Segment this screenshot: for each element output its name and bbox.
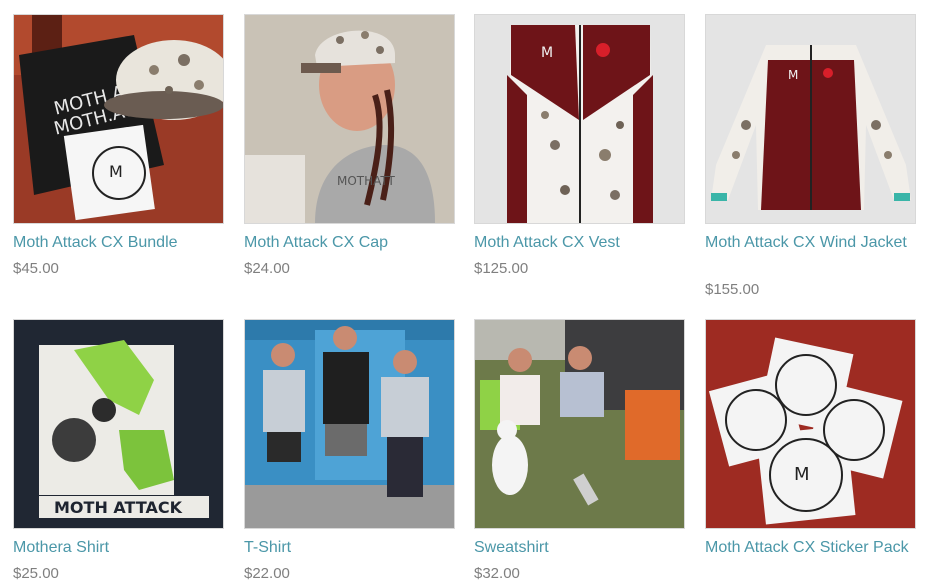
svg-text:MOTH ATTACK: MOTH ATTACK <box>54 498 183 517</box>
product-price-jacket: $155.00 <box>705 281 760 298</box>
product-image-vest[interactable]: M <box>474 14 685 224</box>
svg-text:M: M <box>109 162 123 181</box>
jacket-photo: M <box>706 15 915 223</box>
product-name-mothera-shirt[interactable]: Mothera Shirt <box>13 537 224 558</box>
product-name-sweatshirt[interactable]: Sweatshirt <box>474 537 685 558</box>
product-price-cap: $24.00 <box>244 260 290 277</box>
product-image-sticker-pack[interactable]: M <box>705 319 916 529</box>
svg-text:M: M <box>794 464 810 485</box>
sticker-photo: M <box>706 320 915 528</box>
product-image-cap[interactable]: MOTHATT <box>244 14 455 224</box>
svg-text:M: M <box>788 68 798 82</box>
product-image-mothera-shirt[interactable]: MOTH ATTACK <box>13 319 224 529</box>
product-name-bundle[interactable]: Moth Attack CX Bundle <box>13 232 224 253</box>
sweatshirt-photo <box>475 320 684 528</box>
svg-text:M: M <box>541 45 553 61</box>
product-price-tshirt: $22.00 <box>244 565 290 582</box>
product-name-vest[interactable]: Moth Attack CX Vest <box>474 232 685 253</box>
product-image-jacket[interactable]: M <box>705 14 916 224</box>
product-price-sweatshirt: $32.00 <box>474 565 520 582</box>
product-name-cap[interactable]: Moth Attack CX Cap <box>244 232 455 253</box>
product-image-bundle[interactable]: MOTH.AT MOTH.AT M <box>13 14 224 224</box>
product-name-jacket[interactable]: Moth Attack CX Wind Jacket <box>705 232 916 253</box>
product-price-mothera-shirt: $25.00 <box>13 565 59 582</box>
cap-photo: MOTHATT <box>245 15 454 223</box>
vest-photo: M <box>475 15 684 223</box>
bundle-photo: MOTH.AT MOTH.AT M <box>14 15 223 223</box>
product-price-bundle: $45.00 <box>13 260 59 277</box>
product-name-tshirt[interactable]: T-Shirt <box>244 537 455 558</box>
shirt-photo: MOTH ATTACK <box>14 320 223 528</box>
tshirt-photo <box>245 320 454 528</box>
product-image-tshirt[interactable] <box>244 319 455 529</box>
product-name-sticker-pack[interactable]: Moth Attack CX Sticker Pack <box>705 537 916 558</box>
product-price-vest: $125.00 <box>474 260 529 277</box>
product-image-sweatshirt[interactable] <box>474 319 685 529</box>
svg-text:MOTHATT: MOTHATT <box>337 174 396 188</box>
